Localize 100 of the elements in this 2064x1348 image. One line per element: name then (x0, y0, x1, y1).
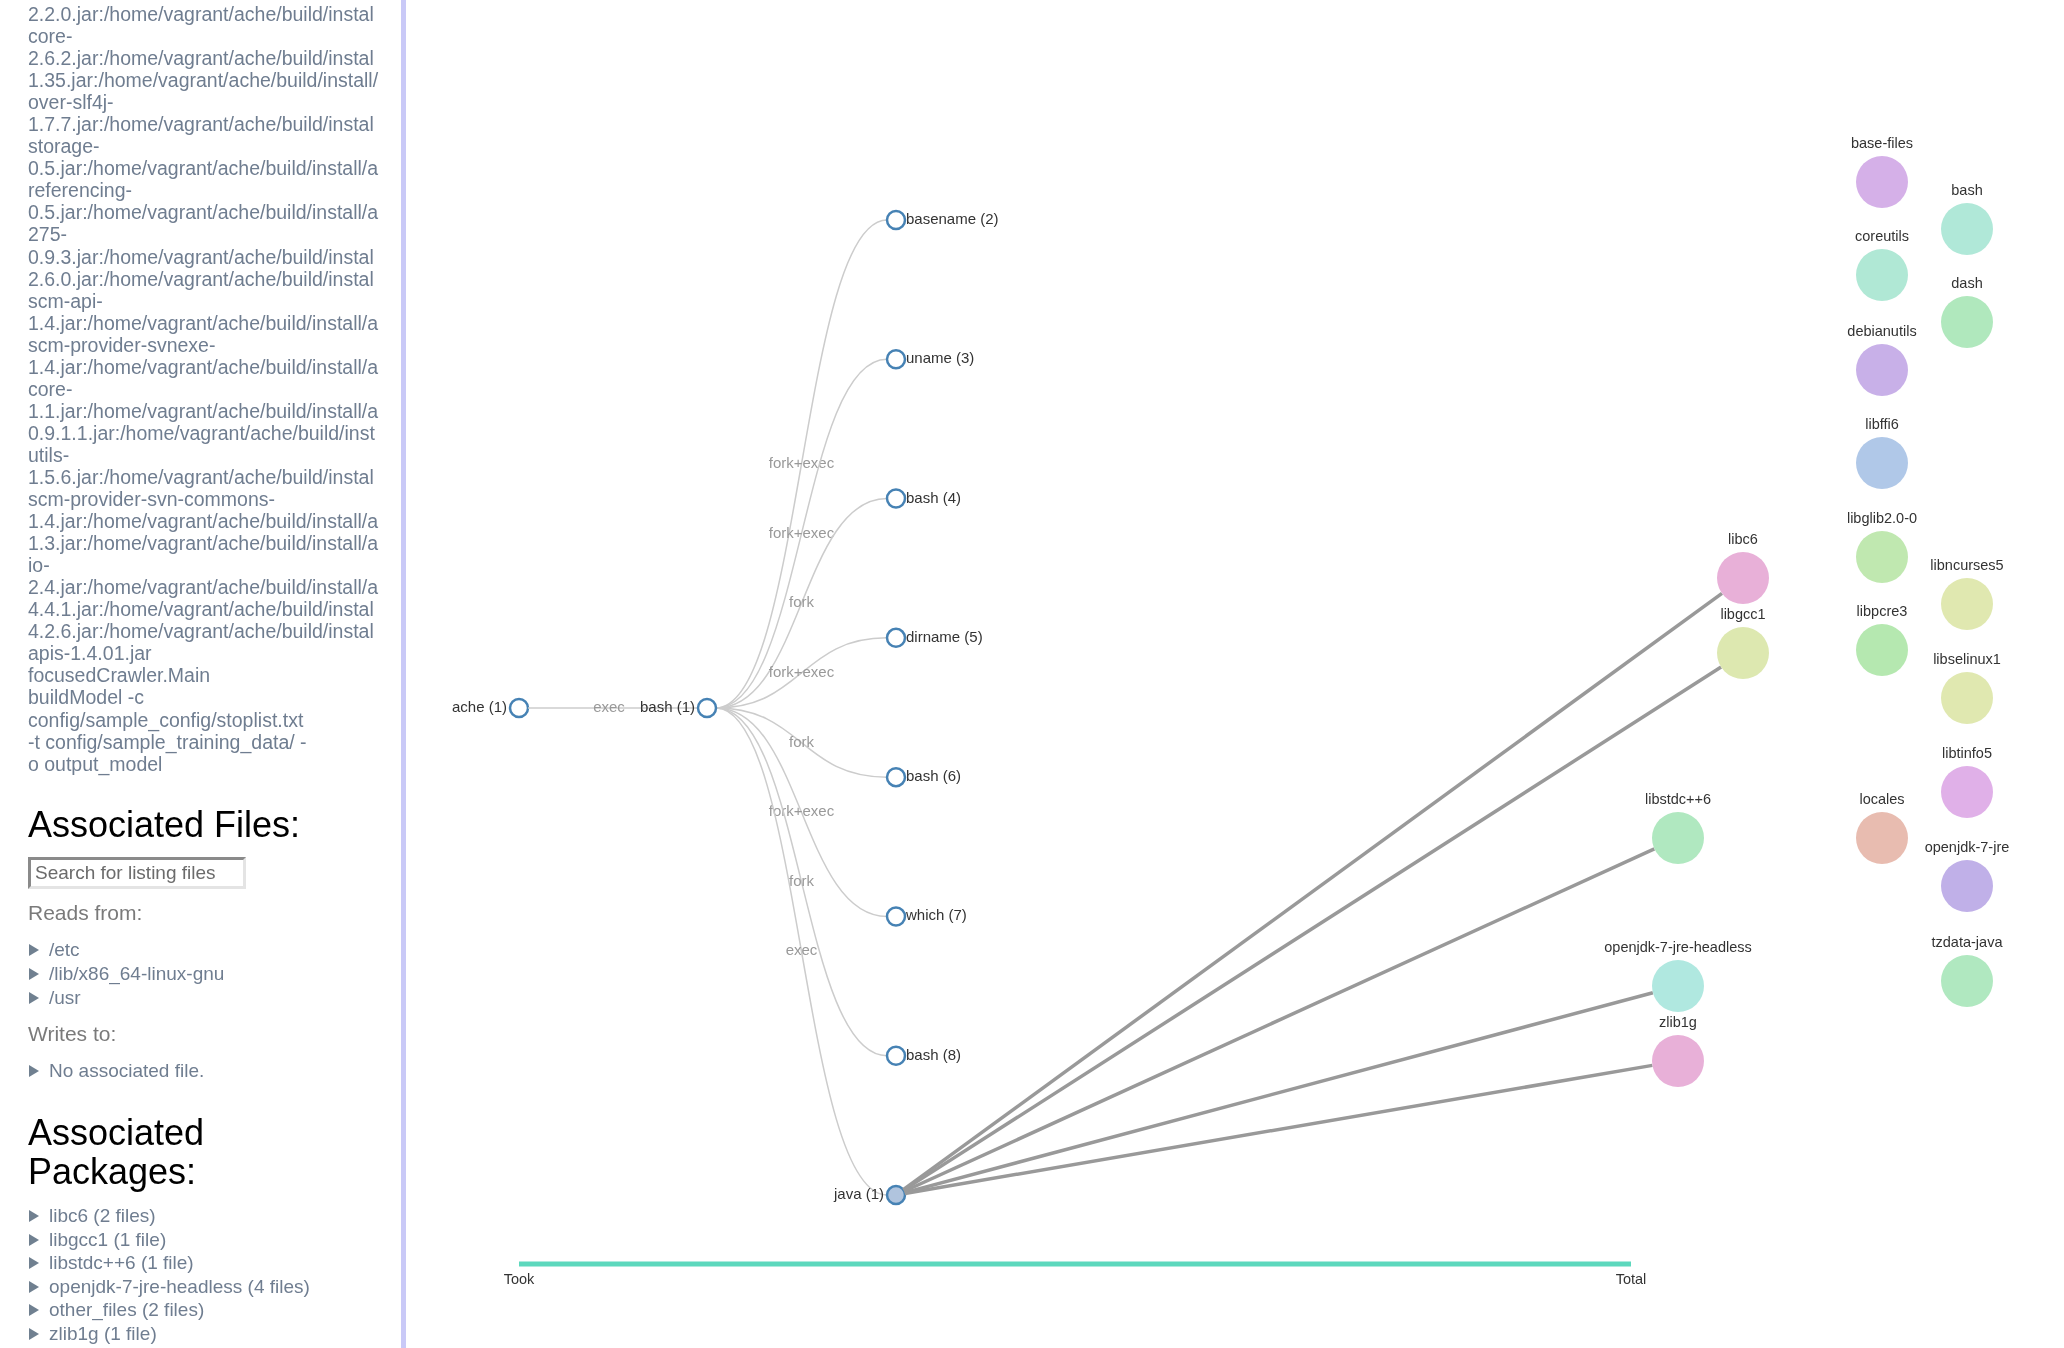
command-line-text: 4.2.6.jar:/home/vagrant/ache/build/instal (28, 620, 375, 643)
process-node[interactable] (696, 697, 718, 719)
tree-item[interactable]: /usr (49, 986, 81, 1009)
command-line-text: over-slf4j- (28, 91, 115, 114)
command-line-text: core- (28, 25, 74, 48)
command-line-text: 2.4.jar:/home/vagrant/ache/build/install/a (28, 576, 380, 599)
command-line-text: 2.6.2.jar:/home/vagrant/ache/build/instal (28, 47, 375, 70)
command-line-text: apis-1.4.01.jar (28, 642, 153, 665)
caret-icon[interactable] (28, 943, 40, 956)
package-node[interactable] (1941, 672, 1993, 724)
tree-item[interactable]: No associated file. (49, 1059, 205, 1082)
command-line-text: 1.5.6.jar:/home/vagrant/ache/build/instal (28, 466, 375, 489)
package-node[interactable] (1652, 960, 1704, 1012)
command-line-text: 2.2.0.jar:/home/vagrant/ache/build/instal (28, 3, 375, 26)
tree-item[interactable]: /etc (49, 938, 80, 961)
caret-icon[interactable] (28, 1327, 40, 1340)
command-line-text: 4.4.1.jar:/home/vagrant/ache/build/instal (28, 598, 375, 621)
command-line-text: 2.6.0.jar:/home/vagrant/ache/build/instal (28, 267, 375, 290)
caret-icon[interactable] (28, 1233, 40, 1246)
command-line-text: o output_model (28, 752, 163, 775)
caret-icon[interactable] (28, 1257, 40, 1270)
command-line-text: 0.9.1.1.jar:/home/vagrant/ache/build/inst (28, 421, 375, 444)
command-line-text: storage- (28, 135, 101, 158)
command-line-text: 0.5.jar:/home/vagrant/ache/build/install/a (28, 157, 380, 180)
package-node[interactable] (1941, 203, 1993, 255)
command-line-text: 1.4.jar:/home/vagrant/ache/build/install/a (28, 355, 380, 378)
tree-item[interactable]: other_files (2 files) (49, 1299, 205, 1322)
process-node[interactable] (885, 209, 907, 231)
package-label: debianutils (1847, 322, 1917, 339)
tree-item[interactable]: /lib/x86_64-linux-gnu (49, 962, 225, 985)
package-label: libgcc1 (1720, 605, 1766, 622)
package-label: tzdata-java (1931, 933, 2003, 950)
process-node[interactable] (885, 906, 907, 927)
process-label: basename (2) (906, 209, 999, 227)
edge-label: fork+exec (768, 662, 835, 680)
command-line-text: 1.4.jar:/home/vagrant/ache/build/install/a (28, 311, 380, 334)
process-label: bash (8) (906, 1045, 962, 1063)
package-node[interactable] (1717, 552, 1769, 604)
caret-icon[interactable] (28, 1304, 40, 1317)
process-node[interactable] (885, 766, 907, 788)
package-node[interactable] (1941, 955, 1993, 1007)
tree-item[interactable]: zlib1g (1 file) (49, 1322, 157, 1345)
process-label: ache (1) (451, 697, 507, 715)
package-node[interactable] (1856, 812, 1908, 864)
edge-label: fork+exec (768, 523, 835, 541)
package-label: libglib2.0-0 (1846, 509, 1918, 526)
package-node[interactable] (1941, 578, 1993, 630)
command-line-text: 0.5.jar:/home/vagrant/ache/build/install/a (28, 201, 380, 224)
package-node[interactable] (1652, 1035, 1704, 1087)
package-label: libncurses5 (1930, 556, 2004, 573)
package-label: openjdk-7-jre-headless (1604, 938, 1752, 955)
process-label: which (7) (906, 906, 967, 924)
tree-item[interactable]: libc6 (2 files) (49, 1205, 156, 1228)
package-node[interactable] (1856, 344, 1908, 396)
package-node[interactable] (1856, 531, 1908, 583)
package-node[interactable] (1856, 156, 1908, 208)
process-node[interactable] (885, 1184, 907, 1206)
command-line-text: 1.7.7.jar:/home/vagrant/ache/build/instal (28, 113, 375, 136)
edge-label: exec (785, 941, 818, 959)
package-node[interactable] (1717, 627, 1769, 679)
process-node[interactable] (885, 488, 907, 509)
package-node[interactable] (1856, 437, 1908, 489)
caret-icon[interactable] (28, 991, 40, 1004)
edge-label: fork (789, 593, 814, 611)
package-node[interactable] (1941, 766, 1993, 818)
command-line-text: core- (28, 377, 73, 400)
process-node[interactable] (885, 627, 907, 649)
timeline-label: Total (1615, 1270, 1647, 1287)
edge-label: exec (593, 697, 625, 715)
caret-icon[interactable] (28, 1280, 40, 1293)
caret-icon[interactable] (28, 1210, 40, 1223)
process-node[interactable] (885, 1045, 907, 1066)
tree-item[interactable]: libstdc++6 (1 file) (49, 1252, 194, 1275)
package-node[interactable] (1941, 296, 1993, 348)
process-label: dirname (5) (906, 627, 983, 645)
search-field[interactable]: Search for listing files (28, 856, 246, 889)
command-line-text: 1.1.jar:/home/vagrant/ache/build/install/a (28, 399, 380, 422)
package-label: libselinux1 (1933, 650, 2001, 667)
package-node[interactable] (1856, 624, 1908, 676)
command-line-text: scm-provider-svn-commons- (28, 488, 277, 511)
process-node[interactable] (885, 349, 907, 370)
command-line-text: config/sample_config/stoplist.txt (28, 708, 305, 731)
command-line-text: 1.3.jar:/home/vagrant/ache/build/install/a (28, 532, 380, 555)
process-label: bash (4) (906, 488, 962, 506)
package-node[interactable] (1652, 812, 1704, 864)
package-label: libpcre3 (1856, 602, 1908, 619)
command-line-text: scm-api- (28, 289, 103, 312)
command-line-text: 0.9.3.jar:/home/vagrant/ache/build/instal (28, 245, 375, 268)
package-label: bash (1951, 181, 1983, 198)
caret-icon[interactable] (28, 967, 40, 980)
tree-item[interactable]: libgcc1 (1 file) (49, 1228, 167, 1251)
package-node[interactable] (1856, 249, 1908, 301)
command-line-text: 1.35.jar:/home/vagrant/ache/build/install/ (28, 69, 380, 92)
package-label: dash (1951, 274, 1983, 291)
caret-icon[interactable] (28, 1064, 40, 1077)
process-node[interactable] (508, 697, 530, 719)
tree-item[interactable]: openjdk-7-jre-headless (4 files) (49, 1275, 310, 1298)
package-label: locales (1859, 790, 1905, 807)
package-node[interactable] (1941, 860, 1993, 912)
edge-label: fork+exec (768, 802, 835, 820)
